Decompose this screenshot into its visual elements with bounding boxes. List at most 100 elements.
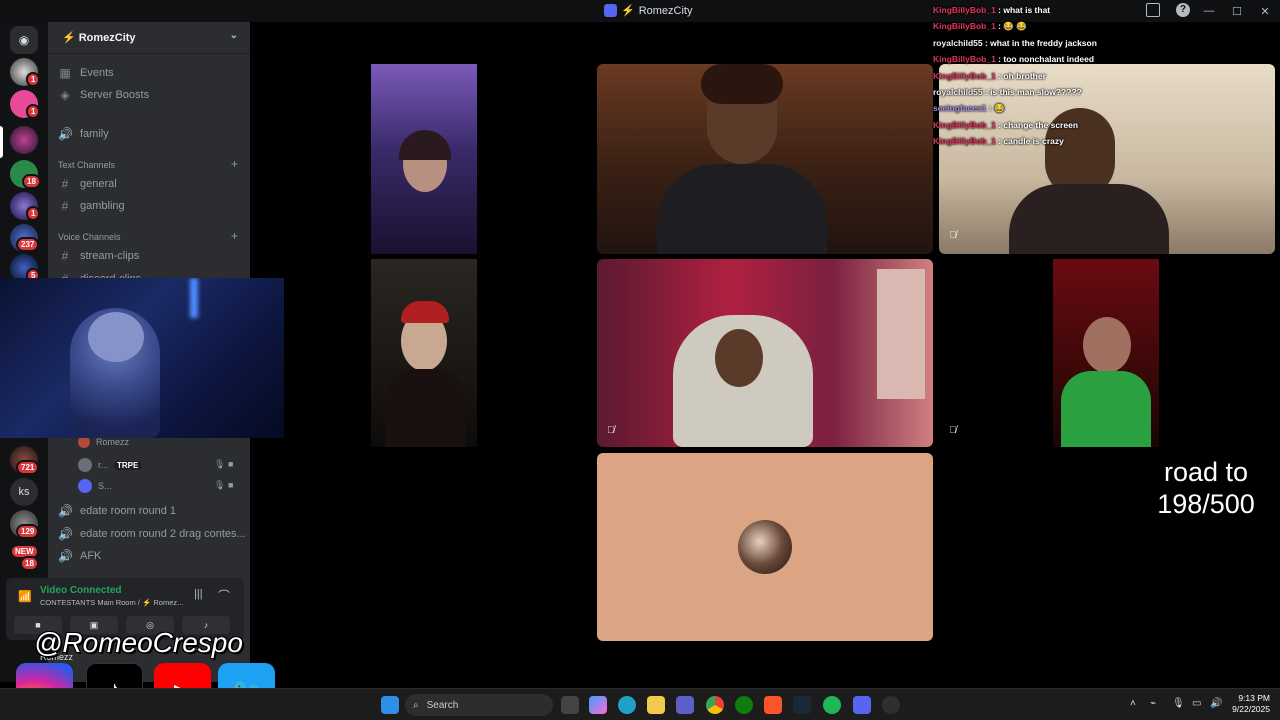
chat-user: royalchild55 <box>933 37 983 48</box>
mic-muted-icon: 🎙 <box>214 459 226 469</box>
sidebar-item-server-boosts[interactable]: ◈ Server Boosts <box>58 85 149 105</box>
video-tile-avatar[interactable] <box>597 453 933 641</box>
discord-icon[interactable] <box>853 696 871 714</box>
task-view-icon[interactable] <box>561 696 579 714</box>
server-icon[interactable] <box>10 126 38 154</box>
mention-badge: 237 <box>16 237 40 252</box>
windows-taskbar: ⌕ Search ˄ ⌁ 🎙 ▭ 🔊 9:13 PM 9/22/2025 <box>0 688 1280 720</box>
participant-body <box>1009 184 1169 254</box>
guild-header[interactable]: ⚡ RomezCity ⌄ <box>48 22 250 54</box>
connection-location[interactable]: CONTESTANTS Main Room / ⚡ Romez... <box>40 598 183 607</box>
noise-suppression-icon[interactable]: ||| <box>194 588 203 600</box>
mention-badge: 1 <box>26 104 41 119</box>
participant-body <box>385 369 465 447</box>
mention-badge: 1 <box>26 72 41 87</box>
camera-icon: ■ <box>228 480 234 490</box>
channel-label: gambling <box>80 200 125 212</box>
voice-member[interactable]: r... TRPE <box>78 458 142 472</box>
chat-message: KingBillyBob_1 : oh brother <box>933 68 1233 84</box>
taskbar-search[interactable]: ⌕ Search <box>405 694 553 716</box>
streamer-webcam <box>0 278 284 438</box>
video-tile[interactable] <box>371 259 477 447</box>
chat-user: royalchild55 <box>933 87 983 98</box>
streamer-head <box>88 312 144 362</box>
brave-icon[interactable] <box>764 696 782 714</box>
chat-user: KingBillyBob_1 <box>933 54 996 65</box>
microphone-icon[interactable]: 🎙 <box>1172 698 1185 709</box>
sidebar-item-family[interactable]: 🔊 family <box>58 124 109 144</box>
windows-start-icon[interactable] <box>381 696 399 714</box>
chat-text: 😂 😂 <box>1003 21 1027 32</box>
channel-edate-2[interactable]: 🔊 edate room round 2 drag contes... <box>58 524 246 544</box>
sidebar-item-label: family <box>80 128 109 140</box>
selected-pill <box>0 126 3 158</box>
search-placeholder: Search <box>426 699 459 711</box>
channel-general[interactable]: # general <box>58 174 117 194</box>
xbox-icon[interactable] <box>735 696 753 714</box>
edge-icon[interactable] <box>618 696 636 714</box>
discord-home-icon[interactable]: ◉ <box>10 26 38 54</box>
channel-label: AFK <box>80 550 102 562</box>
disconnect-icon[interactable]: ⌒ <box>218 587 230 604</box>
volume-icon[interactable]: 🔊 <box>1210 698 1222 709</box>
voice-icon: 🔊 <box>58 504 73 518</box>
discord-stream-screen: ⚡ RomezCity ? — ☐ ✕ ◉ 1 1 18 1 237 5 721… <box>0 0 1280 720</box>
chrome-icon[interactable] <box>706 696 724 714</box>
sidebar-item-events[interactable]: ▦ Events <box>58 63 113 83</box>
add-channel-icon[interactable]: + <box>231 229 238 243</box>
network-icon[interactable]: ⌁ <box>1150 698 1156 709</box>
hash-icon: # <box>61 199 69 213</box>
channel-edate-1[interactable]: 🔊 edate room round 1 <box>58 501 176 521</box>
connection-status: Video Connected <box>40 585 122 596</box>
participant-hair <box>701 64 783 104</box>
chat-user: KingBillyBob_1 <box>933 21 996 32</box>
chat-message: KingBillyBob_1 : change the screen <box>933 117 1233 133</box>
participant-face <box>1083 317 1131 373</box>
mention-badge: 18 <box>20 556 39 571</box>
obs-icon[interactable] <box>882 696 900 714</box>
category-voice-channels[interactable]: Voice Channels <box>58 232 121 242</box>
avatar <box>78 458 92 472</box>
channel-gambling[interactable]: # gambling <box>58 196 125 216</box>
search-icon: ⌕ <box>413 699 419 711</box>
display-icon[interactable]: ▭ <box>1192 698 1201 709</box>
copilot-icon[interactable] <box>589 696 607 714</box>
chat-text: oh brother <box>1003 70 1046 81</box>
avatar <box>78 479 92 493</box>
chat-message: KingBillyBob_1 : too nonchalant indeed <box>933 51 1233 67</box>
chevron-down-icon[interactable]: ⌄ <box>230 30 238 41</box>
add-channel-icon[interactable]: + <box>231 157 238 171</box>
video-tile[interactable] <box>597 64 933 254</box>
participant-shirt <box>1061 371 1151 447</box>
video-tile[interactable] <box>1053 259 1159 447</box>
bolt-icon: ⚡ <box>621 5 635 17</box>
video-tile[interactable] <box>371 64 477 254</box>
chat-user: seeingfaces1 <box>933 103 987 114</box>
category-text-channels[interactable]: Text Channels <box>58 160 115 170</box>
channel-stream-clips[interactable]: # stream-clips <box>58 246 140 266</box>
teams-icon[interactable] <box>676 696 694 714</box>
chat-overlay: KingBillyBob_1 : what is that KingBillyB… <box>933 2 1233 150</box>
spotify-icon[interactable] <box>823 696 841 714</box>
channel-afk[interactable]: 🔊 AFK <box>58 546 101 566</box>
streamer-handle: @RomeoCrespo <box>34 627 243 658</box>
chevron-up-icon[interactable]: ˄ <box>1130 698 1136 709</box>
server-text-icon[interactable]: ks <box>10 478 38 506</box>
participant-body <box>657 164 827 254</box>
goal-line-2: 198/500 <box>1157 489 1255 519</box>
mention-badge: 721 <box>16 460 40 475</box>
chat-user: KingBillyBob_1 <box>933 136 996 147</box>
video-tile-empty[interactable]: 🎙̸ <box>939 259 1053 447</box>
taskbar-clock[interactable]: 9:13 PM 9/22/2025 <box>1232 693 1270 715</box>
chat-text: 😂 <box>993 103 1005 114</box>
voice-member[interactable]: S... <box>78 479 112 493</box>
voice-icon: 🔊 <box>58 127 73 141</box>
member-name: r... <box>98 460 109 470</box>
led-light <box>190 278 198 318</box>
close-icon[interactable]: ✕ <box>1256 2 1274 20</box>
voice-icon: 🔊 <box>58 549 73 563</box>
video-tile[interactable]: 🎙̸ <box>597 259 933 447</box>
file-explorer-icon[interactable] <box>647 696 665 714</box>
steam-icon[interactable] <box>793 696 811 714</box>
mic-muted-icon: 🎙̸ <box>949 425 957 436</box>
